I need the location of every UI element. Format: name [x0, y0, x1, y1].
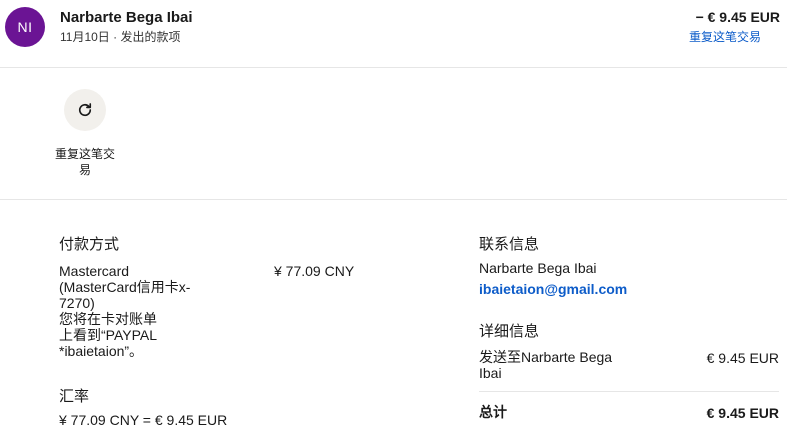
sent-to-label: 发送至Narbarte Bega Ibai	[479, 349, 639, 381]
contact-info-title: 联系信息	[479, 236, 540, 253]
transaction-subtitle: 11月10日 · 发出的款项	[60, 30, 181, 44]
details-divider	[479, 391, 779, 392]
transaction-amount: − € 9.45 EUR	[695, 9, 780, 25]
sent-to-line: Ibai	[479, 365, 502, 381]
sent-amount: € 9.45 EUR	[706, 350, 779, 366]
repeat-transaction-button[interactable]: 重复这笔交易	[52, 89, 118, 178]
contact-email-link[interactable]: ibaietaion@gmail.com	[479, 281, 627, 297]
repeat-button-circle[interactable]	[64, 89, 106, 131]
total-amount: € 9.45 EUR	[706, 405, 779, 421]
contact-name: Narbarte Bega Ibai	[479, 260, 597, 276]
payment-method-line: *ibaietaion”。	[59, 343, 144, 359]
payment-method-details: Mastercard (MasterCard信用卡x- 7270) 您将在卡对账…	[59, 263, 219, 359]
payment-method-line: 上看到“PAYPAL	[59, 327, 158, 343]
payment-method-title: 付款方式	[59, 236, 120, 253]
exchange-rate-value: ¥ 77.09 CNY = € 9.45 EUR	[59, 412, 228, 428]
exchange-rate-title: 汇率	[59, 388, 90, 405]
transaction-header: NI Narbarte Bega Ibai 11月10日 · 发出的款项 − €…	[0, 0, 787, 68]
merchant-name: Narbarte Bega Ibai	[60, 9, 193, 26]
repeat-transaction-link[interactable]: 重复这笔交易	[689, 28, 761, 45]
details-title: 详细信息	[479, 323, 540, 340]
payment-method-line: (MasterCard信用卡x-	[59, 279, 191, 295]
repeat-button-label: 重复这笔交易	[54, 147, 115, 177]
payment-method-amount: ¥ 77.09 CNY	[274, 263, 355, 279]
refresh-icon	[78, 103, 92, 117]
avatar: NI	[5, 7, 45, 47]
payment-method-line: Mastercard	[59, 263, 130, 279]
total-label: 总计	[479, 404, 507, 420]
payment-method-line: 7270)	[59, 295, 95, 311]
actions-bar: 重复这笔交易	[0, 69, 787, 200]
sent-to-line: 发送至Narbarte Bega	[479, 349, 613, 365]
payment-method-line: 您将在卡对账单	[59, 311, 157, 327]
